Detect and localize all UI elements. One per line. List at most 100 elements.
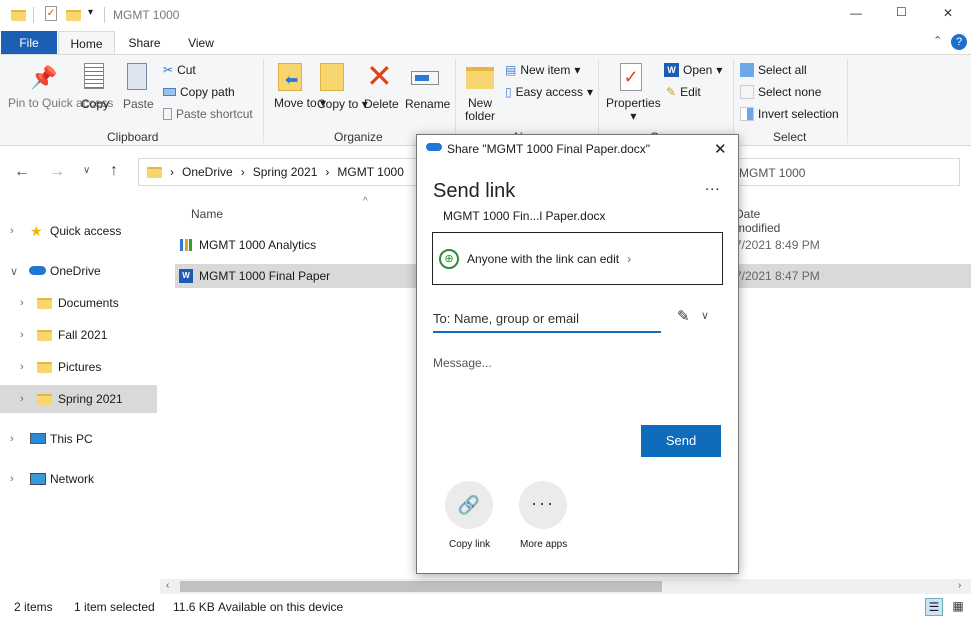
pencil-icon[interactable]: ✎ xyxy=(677,307,690,325)
tab-share[interactable]: Share xyxy=(122,31,167,55)
ribbon-tabs: File Home Share View ⌃ ? xyxy=(0,31,971,56)
sidebar-item-spring-2021[interactable]: › Spring 2021 xyxy=(0,385,157,413)
copy-button[interactable]: Copy xyxy=(81,97,109,111)
maximize-button[interactable]: ☐ xyxy=(896,5,907,19)
file-name: MGMT 1000 Analytics xyxy=(199,238,317,252)
sidebar-item-label: This PC xyxy=(50,432,93,446)
breadcrumb-spring-2021[interactable]: Spring 2021 xyxy=(253,165,318,179)
select-all-label: Select all xyxy=(758,63,807,77)
sidebar-item-documents[interactable]: › Documents xyxy=(0,289,157,317)
send-button[interactable]: Send xyxy=(641,425,721,457)
copy-link-button[interactable]: 🔗 xyxy=(445,481,493,529)
minimize-button[interactable]: — xyxy=(850,6,862,20)
new-item-label: New item xyxy=(520,63,571,77)
scissors-icon: ✂ xyxy=(163,63,174,77)
open-button[interactable]: W Open ▾ xyxy=(664,63,722,77)
up-button[interactable]: ↑ xyxy=(110,162,118,180)
large-icons-view-button[interactable]: ▦ xyxy=(949,598,967,616)
tab-view[interactable]: View xyxy=(180,31,222,55)
close-dialog-button[interactable]: ✕ xyxy=(714,140,727,158)
rename-button[interactable]: Rename xyxy=(405,97,450,111)
copy-to-button[interactable]: Copy to ▾ xyxy=(317,97,368,111)
sidebar-item-quick-access[interactable]: › ★ Quick access xyxy=(0,217,157,245)
properties-icon: ✓ xyxy=(620,63,642,91)
send-link-heading: Send link xyxy=(433,180,516,202)
more-options-button[interactable]: ... xyxy=(705,177,721,194)
edit-button[interactable]: ✎ Edit xyxy=(666,85,701,99)
title-bar: ✓ ▾ MGMT 1000 — ☐ ✕ xyxy=(0,0,971,31)
collapse-ribbon-icon[interactable]: ⌃ xyxy=(933,34,942,47)
file-date: 7/2021 8:47 PM xyxy=(735,269,820,283)
breadcrumb-mgmt-1000[interactable]: MGMT 1000 xyxy=(337,165,403,179)
star-icon: ★ xyxy=(30,222,43,239)
sidebar-item-pictures[interactable]: › Pictures xyxy=(0,353,157,381)
properties-qat-icon[interactable]: ✓ xyxy=(45,6,57,21)
status-bar: 2 items 1 item selected 11.6 KB Availabl… xyxy=(0,596,971,618)
sidebar-item-label: Network xyxy=(50,472,95,486)
recent-locations-button[interactable]: ∨ xyxy=(83,165,90,176)
paste-button[interactable]: Paste xyxy=(123,97,154,111)
scroll-right-icon[interactable]: › xyxy=(958,580,961,591)
select-all-icon xyxy=(740,63,754,77)
customize-qat-icon[interactable]: ▾ xyxy=(88,7,93,18)
divider xyxy=(455,59,456,143)
copy-path-button[interactable]: Copy path xyxy=(163,85,235,99)
message-input[interactable]: Message... xyxy=(433,356,723,416)
new-folder-button[interactable]: New folder xyxy=(464,97,496,123)
horizontal-scrollbar[interactable]: ‹ › xyxy=(160,579,971,594)
sidebar-item-label: Fall 2021 xyxy=(58,328,108,342)
more-apps-button[interactable]: ··· xyxy=(519,481,567,529)
sidebar-item-onedrive[interactable]: ∨ OneDrive xyxy=(0,257,157,285)
divider xyxy=(598,59,599,143)
back-button[interactable]: ← xyxy=(14,163,30,181)
availability-status: Available on this device xyxy=(218,600,344,614)
delete-button[interactable]: Delete xyxy=(364,97,399,111)
chevron-down-icon[interactable]: ∨ xyxy=(701,309,709,322)
sidebar-item-label: Spring 2021 xyxy=(58,392,123,406)
sidebar-item-label: Pictures xyxy=(58,360,102,374)
group-clipboard: Clipboard xyxy=(107,130,159,144)
tab-home[interactable]: Home xyxy=(58,31,115,56)
new-item-button[interactable]: ▤ New item ▾ xyxy=(505,63,580,77)
copy-path-icon xyxy=(163,88,176,96)
copy-path-label: Copy path xyxy=(180,85,235,99)
forward-button[interactable]: → xyxy=(49,163,65,181)
search-box[interactable]: MGMT 1000 xyxy=(720,158,960,186)
select-none-label: Select none xyxy=(758,85,822,99)
scroll-left-icon[interactable]: ‹ xyxy=(166,580,169,591)
breadcrumb-onedrive[interactable]: OneDrive xyxy=(182,165,233,179)
paste-shortcut-button[interactable]: Paste shortcut xyxy=(163,107,253,121)
select-none-button[interactable]: Select none xyxy=(740,85,821,99)
sidebar-item-network[interactable]: › Network xyxy=(0,465,157,493)
help-icon[interactable]: ? xyxy=(951,34,967,50)
sidebar-item-this-pc[interactable]: › This PC xyxy=(0,425,157,453)
word-file-icon: W xyxy=(179,269,193,283)
invert-selection-icon xyxy=(740,107,754,121)
select-all-button[interactable]: Select all xyxy=(740,63,807,77)
sidebar-item-fall-2021[interactable]: › Fall 2021 xyxy=(0,321,157,349)
share-dialog: Share "MGMT 1000 Final Paper.docx" ✕ Sen… xyxy=(416,134,739,574)
edit-icon: ✎ xyxy=(666,85,677,99)
globe-icon: ⊕ xyxy=(439,248,459,269)
scrollbar-thumb[interactable] xyxy=(180,581,662,592)
close-button[interactable]: ✕ xyxy=(943,6,953,20)
tab-file[interactable]: File xyxy=(1,31,57,55)
properties-button[interactable]: Properties ▾ xyxy=(606,97,661,123)
cut-button[interactable]: ✂ Cut xyxy=(163,63,196,77)
invert-selection-button[interactable]: Invert selection xyxy=(740,107,839,121)
cut-label: Cut xyxy=(177,63,196,77)
word-icon: W xyxy=(664,63,679,77)
details-view-button[interactable]: ☰ xyxy=(925,598,943,616)
new-folder-qat-icon[interactable] xyxy=(66,10,81,21)
column-header-name[interactable]: Name xyxy=(191,207,223,221)
link-permission-button[interactable]: ⊕ Anyone with the link can edit › xyxy=(432,232,723,285)
chart-file-icon xyxy=(180,239,192,251)
move-to-label: Move to xyxy=(274,96,317,110)
easy-access-button[interactable]: ▯ Easy access ▾ xyxy=(505,85,593,99)
recipient-input[interactable]: To: Name, group or email xyxy=(433,307,661,333)
onedrive-cloud-icon xyxy=(426,143,442,151)
invert-selection-label: Invert selection xyxy=(758,107,839,121)
file-name: MGMT 1000 Final Paper xyxy=(199,269,331,283)
copy-to-label: Copy to xyxy=(317,97,359,111)
column-header-date-modified[interactable]: Date modified xyxy=(735,207,805,235)
